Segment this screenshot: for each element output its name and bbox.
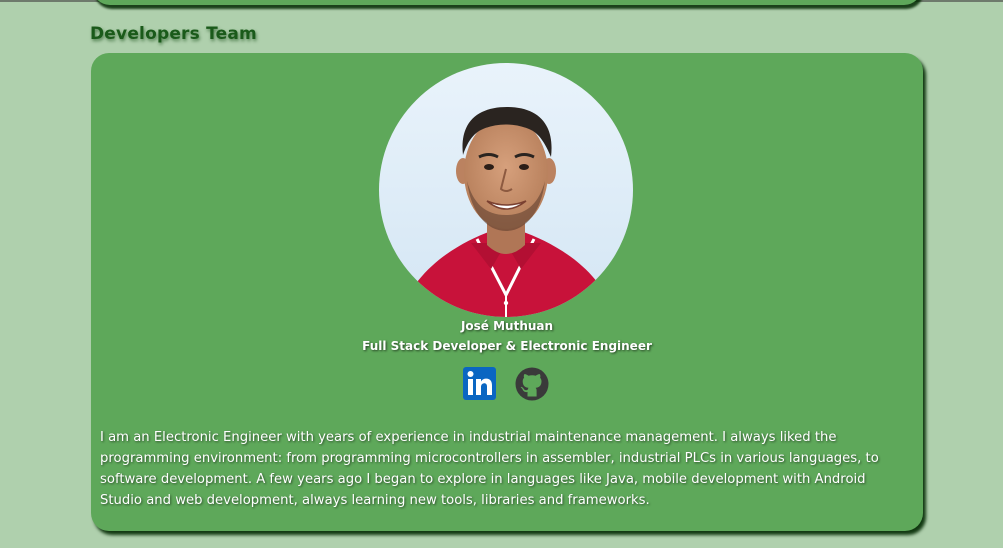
profile-photo — [379, 63, 633, 317]
linkedin-icon — [463, 367, 496, 400]
developer-avatar — [379, 63, 633, 317]
previous-card — [92, 0, 922, 5]
github-icon — [515, 367, 549, 401]
linkedin-link[interactable] — [463, 367, 496, 404]
github-link[interactable] — [515, 367, 549, 405]
social-links — [463, 367, 553, 401]
developer-bio: I am an Electronic Engineer with years o… — [100, 430, 879, 508]
developer-name: José Muthuan — [460, 319, 554, 333]
developer-card: José Muthuan Full Stack Developer & Elec… — [91, 53, 923, 531]
developer-role: Full Stack Developer & Electronic Engine… — [362, 339, 652, 353]
section-title: Developers Team — [90, 24, 257, 44]
